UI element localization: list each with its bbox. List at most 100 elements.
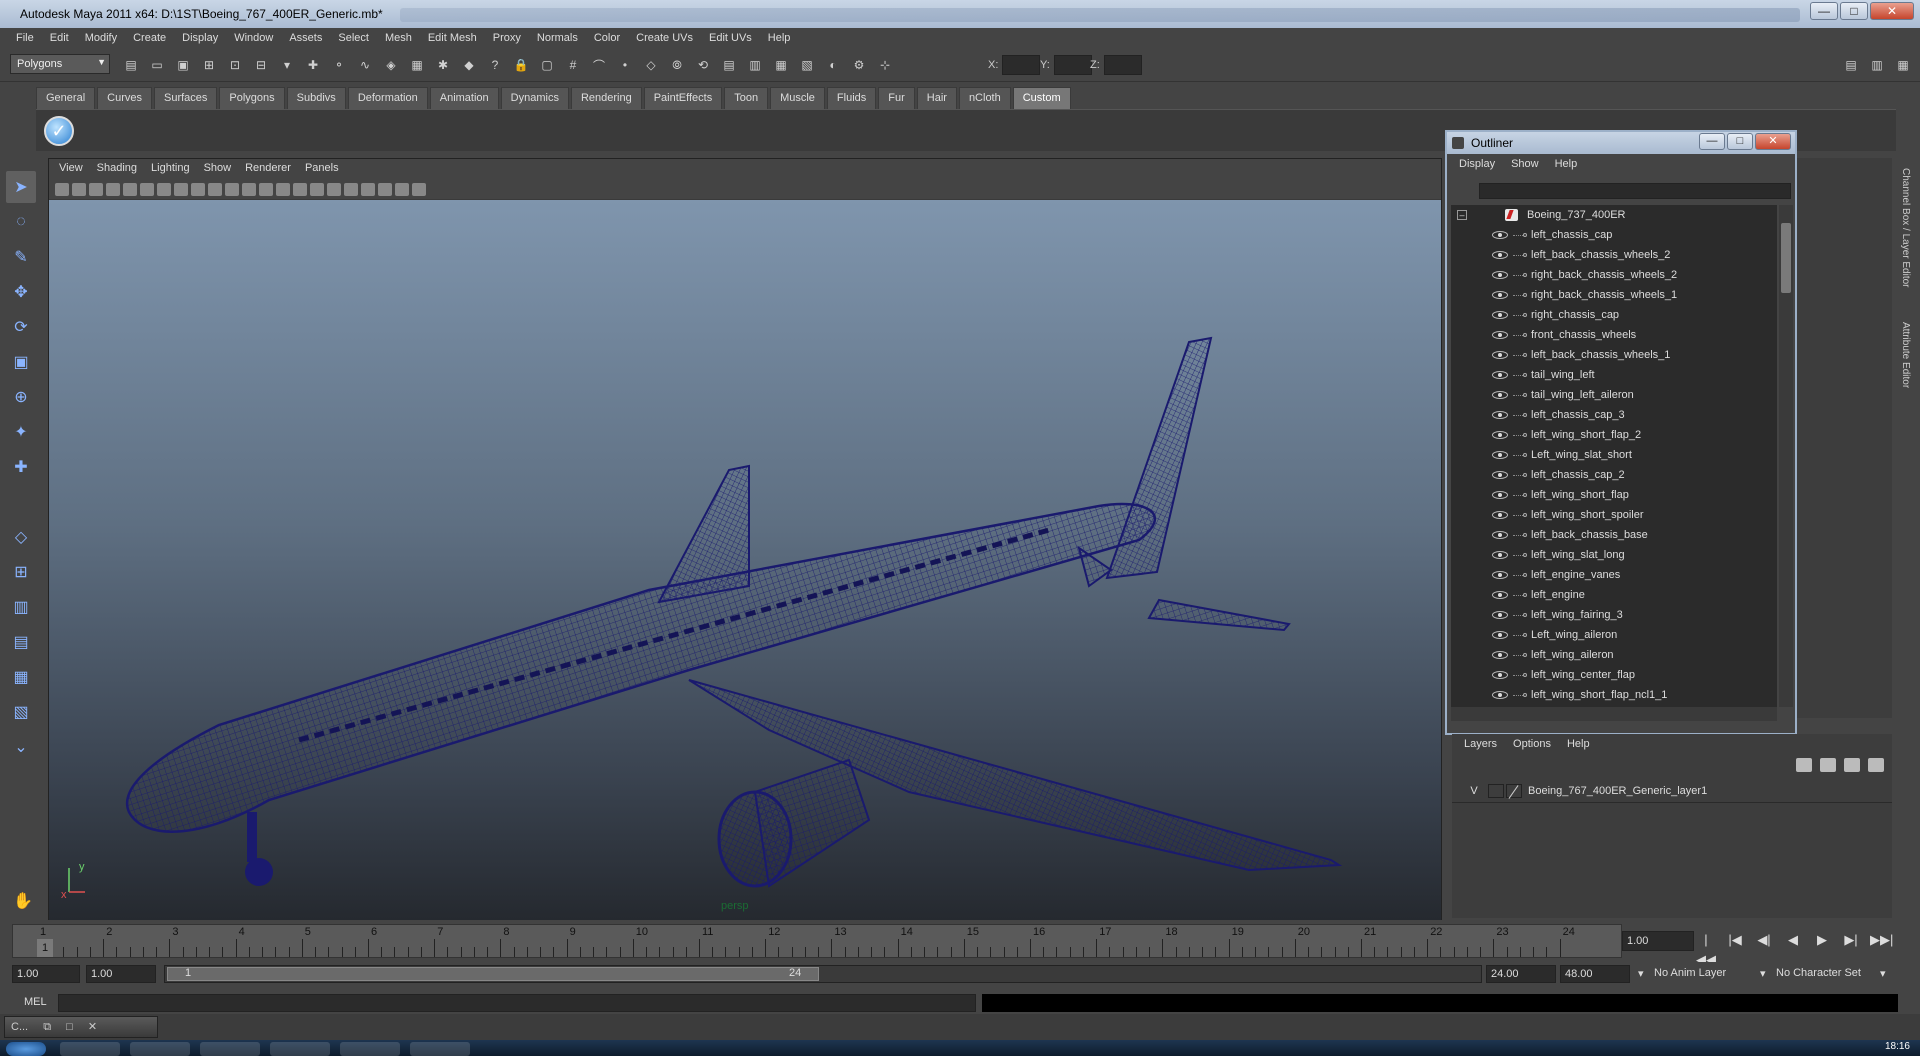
camera-select-icon[interactable]	[55, 182, 69, 196]
minimize-button[interactable]: —	[1810, 2, 1838, 20]
select-joints-icon[interactable]: ⚬	[328, 54, 350, 76]
field-chart-icon[interactable]	[191, 182, 205, 196]
xray-joints-icon[interactable]	[395, 182, 409, 196]
menu-color[interactable]: Color	[586, 28, 628, 50]
shelf-tab-deformation[interactable]: Deformation	[347, 87, 428, 109]
menu-create-uvs[interactable]: Create UVs	[628, 28, 701, 50]
four-view-layout-icon[interactable]: ⊞	[6, 556, 36, 588]
command-language-label[interactable]: MEL	[24, 996, 47, 1008]
shelf-tab-subdivs[interactable]: Subdivs	[286, 87, 346, 109]
outliner-item[interactable]: right_back_chassis_wheels_2	[1451, 265, 1777, 285]
viewport-menu-view[interactable]: View	[53, 159, 89, 179]
start-button[interactable]	[6, 1042, 46, 1056]
outliner-item[interactable]: left_wing_short_spoiler	[1451, 505, 1777, 525]
animation-start-field[interactable]: 1.00	[12, 965, 80, 983]
default-light-icon[interactable]	[310, 182, 324, 196]
empty-tool-slot[interactable]	[6, 486, 36, 518]
lasso-tool-icon[interactable]: ◌	[6, 206, 36, 238]
last-tool-icon[interactable]: ✚	[6, 451, 36, 483]
select-hierarchy-icon[interactable]: ⊞	[198, 54, 220, 76]
minimized-window[interactable]: C... ⧉ □ ✕	[4, 1016, 158, 1038]
open-scene-icon[interactable]: ▭	[146, 54, 168, 76]
attribute-editor-toggle-icon[interactable]: ▦	[1892, 54, 1914, 76]
smooth-shade-icon[interactable]	[259, 182, 273, 196]
layers-menu-help[interactable]: Help	[1559, 734, 1598, 754]
viewport-menu-show[interactable]: Show	[198, 159, 238, 179]
checkmark-shelf-button-icon[interactable]: ✓	[44, 116, 74, 146]
outliner-item[interactable]: left_wing_slat_long	[1451, 545, 1777, 565]
layer-row[interactable]: V Boeing_767_400ER_Generic_layer1	[1452, 779, 1892, 803]
shelf-tab-hair[interactable]: Hair	[916, 87, 957, 109]
maximize-icon[interactable]: □	[66, 1021, 73, 1033]
chevron-down-icon[interactable]: ▾	[1756, 965, 1770, 983]
shade-wireframe-icon[interactable]	[276, 182, 290, 196]
shadows-icon[interactable]	[344, 182, 358, 196]
single-perspective-layout-icon[interactable]: ◇	[6, 521, 36, 553]
menu-edit-mesh[interactable]: Edit Mesh	[420, 28, 485, 50]
hypershade-layout-icon[interactable]: ▦	[6, 661, 36, 693]
outliner-menu-help[interactable]: Help	[1547, 154, 1586, 174]
graph-layout-icon[interactable]: ▧	[6, 696, 36, 728]
shelf-tab-surfaces[interactable]: Surfaces	[153, 87, 218, 109]
rotate-tool-icon[interactable]: ⟳	[6, 311, 36, 343]
select-dynamics-icon[interactable]: ✱	[432, 54, 454, 76]
ipr-render-icon[interactable]: ▦	[770, 54, 792, 76]
shelf-tab-painteffects[interactable]: PaintEffects	[643, 87, 723, 109]
render-settings-icon[interactable]: ▧	[796, 54, 818, 76]
taskbar-app[interactable]	[410, 1042, 470, 1056]
viewport-panel[interactable]: View Shading Lighting Show Renderer Pane…	[48, 158, 1442, 920]
outliner-item[interactable]: tail_wing_left_aileron	[1451, 385, 1777, 405]
step-back-frame-button[interactable]: ◀|	[1754, 930, 1774, 950]
menu-window[interactable]: Window	[226, 28, 281, 50]
chevron-down-icon[interactable]: ▾	[1634, 965, 1648, 983]
select-curves-icon[interactable]: ∿	[354, 54, 376, 76]
outliner-item[interactable]: front_chassis_wheels	[1451, 325, 1777, 345]
attribute-editor-tab[interactable]: Attribute Editor	[1900, 322, 1911, 388]
restore-icon[interactable]: ⧉	[43, 1021, 51, 1033]
more-layouts-icon[interactable]: ⌄	[6, 731, 36, 763]
outliner-horizontal-scrollbar[interactable]	[1451, 707, 1777, 721]
layer-color-swatch[interactable]	[1506, 783, 1522, 798]
menu-create[interactable]: Create	[125, 28, 174, 50]
persp-graph-layout-icon[interactable]: ▤	[6, 626, 36, 658]
range-slider[interactable]: 1 24	[164, 965, 1482, 983]
y-coord-field[interactable]: Y:	[1040, 55, 1092, 75]
select-object-icon[interactable]: ⊡	[224, 54, 246, 76]
shelf-tab-curves[interactable]: Curves	[97, 87, 152, 109]
layer-playback-toggle[interactable]	[1488, 783, 1504, 798]
close-icon[interactable]: ✕	[88, 1021, 97, 1033]
snap-point-icon[interactable]: •	[614, 54, 636, 76]
lock-selection-icon[interactable]: 🔒	[510, 54, 532, 76]
shelf-tab-toon[interactable]: Toon	[724, 87, 769, 109]
shelf-tab-dynamics[interactable]: Dynamics	[500, 87, 569, 109]
outliner-menu-show[interactable]: Show	[1503, 154, 1547, 174]
character-set-dropdown[interactable]: No Character Set	[1772, 965, 1872, 983]
outliner-item[interactable]: left_engine	[1451, 585, 1777, 605]
time-slider[interactable]: 1 2 3 4 5 6 7 8 9 10 11 12 13 14 15 16 17 18 19 20 21 22 23 24 …	[12, 924, 1622, 958]
taskbar-app[interactable]	[340, 1042, 400, 1056]
layer-move-down-icon[interactable]	[1820, 758, 1836, 772]
image-plane-icon[interactable]	[106, 182, 120, 196]
new-layer-selected-icon[interactable]	[1868, 758, 1884, 772]
outliner-item[interactable]: left_wing_short_flap_ncl1_1	[1451, 685, 1777, 705]
outliner-item[interactable]: left_wing_center_flap	[1451, 665, 1777, 685]
outliner-minimize-button[interactable]: —	[1699, 133, 1725, 150]
taskbar-app[interactable]	[130, 1042, 190, 1056]
outliner-vertical-scrollbar[interactable]	[1779, 205, 1793, 707]
outliner-item[interactable]: Left_wing_slat_short	[1451, 445, 1777, 465]
quick-layout-icon[interactable]: ✋	[8, 885, 38, 917]
viewport-menu-renderer[interactable]: Renderer	[239, 159, 297, 179]
outliner-item[interactable]: left_chassis_cap_2	[1451, 465, 1777, 485]
shelf-tab-ncloth[interactable]: nCloth	[958, 87, 1011, 109]
new-scene-icon[interactable]: ▤	[120, 54, 142, 76]
save-scene-icon[interactable]: ▣	[172, 54, 194, 76]
isolate-select-icon[interactable]	[361, 182, 375, 196]
menu-mesh[interactable]: Mesh	[377, 28, 420, 50]
outliner-menu-display[interactable]: Display	[1451, 154, 1503, 174]
outliner-item[interactable]: right_back_chassis_wheels_1	[1451, 285, 1777, 305]
chevron-down-icon[interactable]: ▾	[1876, 965, 1890, 983]
scrollbar-thumb[interactable]	[1781, 223, 1791, 293]
manipulator-tool-icon[interactable]: ⊕	[6, 381, 36, 413]
menu-file[interactable]: File	[8, 28, 42, 50]
menu-proxy[interactable]: Proxy	[485, 28, 529, 50]
